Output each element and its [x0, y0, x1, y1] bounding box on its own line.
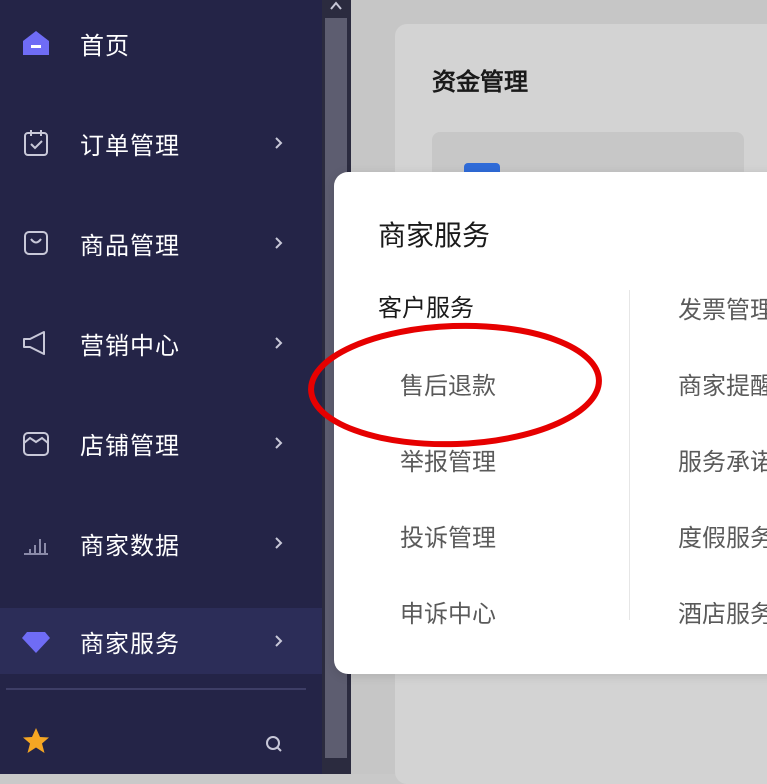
sidebar-item-label: 商品管理 [80, 231, 180, 260]
sidebar-item-data[interactable]: 商家数据 [0, 510, 322, 576]
chevron-right-icon [270, 335, 286, 351]
menu-item-service-commitment[interactable]: 服务承诺 [678, 442, 767, 477]
bar-chart-icon [20, 527, 52, 559]
section-title-customer-service: 客户服务 [378, 294, 474, 322]
menu-item-appeal-center[interactable]: 申诉中心 [400, 594, 496, 629]
popup-title: 商家服务 [378, 219, 491, 252]
store-icon [20, 427, 52, 459]
sidebar-item-marketing[interactable]: 营销中心 [0, 310, 322, 376]
menu-item-after-sales-refund[interactable]: 售后退款 [400, 366, 496, 401]
sidebar-item-store[interactable]: 店铺管理 [0, 410, 322, 476]
menu-item-complaint-management[interactable]: 投诉管理 [400, 518, 496, 553]
menu-item-hotel-service[interactable]: 酒店服务 [678, 594, 767, 629]
megaphone-icon [20, 327, 52, 359]
sidebar-item-home[interactable]: 首页 [0, 10, 322, 76]
sidebar-item-label: 订单管理 [80, 131, 180, 160]
home-icon [20, 27, 52, 59]
chevron-right-icon [270, 135, 286, 151]
sidebar-item-label: 商家数据 [80, 531, 180, 560]
sidebar: 首页 订单管理 商品管理 营销中心 店铺管理 商家数据 商家服务 [0, 0, 322, 774]
chevron-up-icon[interactable] [329, 0, 343, 12]
card-title: 资金管理 [432, 68, 528, 96]
bag-icon [20, 227, 52, 259]
sidebar-item-orders[interactable]: 订单管理 [0, 110, 322, 176]
search-icon[interactable] [264, 734, 284, 754]
menu-item-report-management[interactable]: 举报管理 [400, 442, 496, 477]
sidebar-item-label: 商家服务 [80, 629, 180, 658]
chevron-right-icon [270, 633, 286, 649]
sidebar-item-products[interactable]: 商品管理 [0, 210, 322, 276]
menu-item-invoice-management[interactable]: 发票管理 [678, 290, 767, 325]
chevron-right-icon [270, 535, 286, 551]
menu-item-merchant-reminder[interactable]: 商家提醒 [678, 366, 767, 401]
sidebar-item-label: 店铺管理 [80, 431, 180, 460]
diamond-icon [20, 625, 52, 657]
menu-item-vacation-service[interactable]: 度假服务 [678, 518, 767, 553]
sidebar-divider [6, 688, 306, 690]
sidebar-item-label: 营销中心 [80, 331, 180, 360]
chevron-right-icon [270, 235, 286, 251]
calendar-check-icon [20, 127, 52, 159]
sidebar-item-label: 首页 [80, 31, 130, 60]
chevron-right-icon [270, 435, 286, 451]
column-divider [629, 290, 630, 620]
sidebar-item-merchant-services[interactable]: 商家服务 [0, 608, 322, 674]
star-icon[interactable] [20, 725, 52, 757]
